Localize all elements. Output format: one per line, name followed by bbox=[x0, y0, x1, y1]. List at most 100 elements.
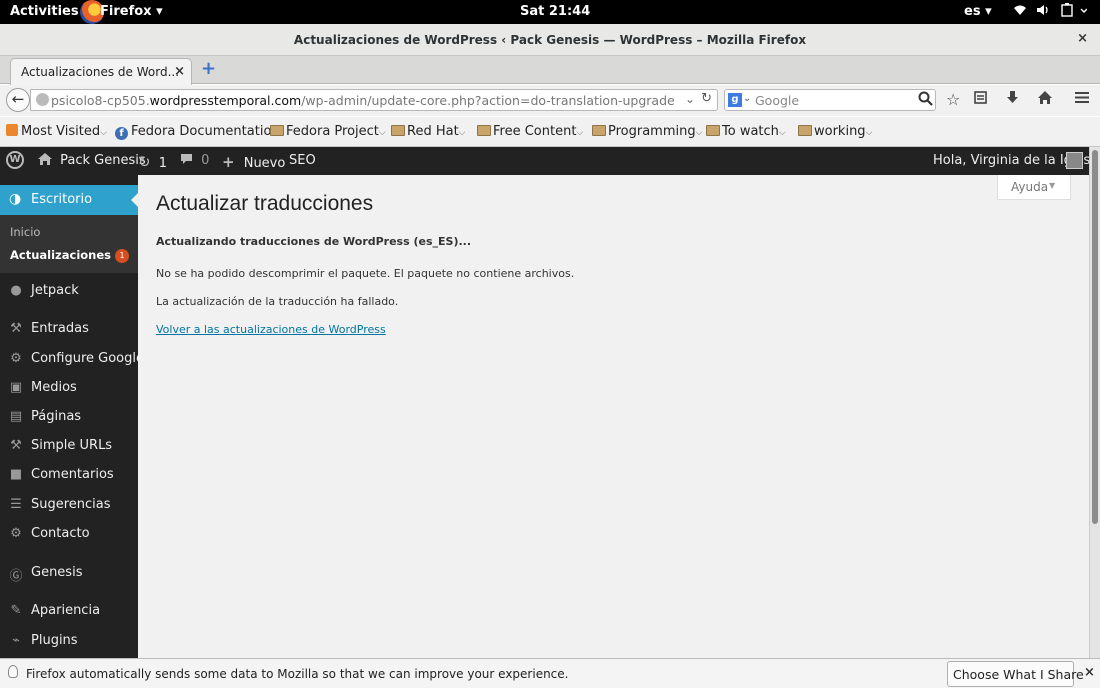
tab-strip: Actualizaciones de Word... × + bbox=[0, 56, 1100, 85]
updates-count-badge: 1 bbox=[115, 249, 129, 263]
gear-icon: ⚙ bbox=[10, 526, 22, 541]
sidebar-item-paginas[interactable]: ▤ Páginas bbox=[0, 405, 138, 431]
bookmark-most-visited[interactable]: Most Visited⌵ bbox=[6, 124, 107, 139]
page-title: Actualizar traducciones bbox=[156, 192, 374, 215]
tab-label: Actualizaciones de Word... bbox=[21, 65, 180, 79]
system-top-bar: Activities Firefox ▾ Sat 21:44 es ▾ bbox=[0, 0, 1100, 24]
bookmarks-toolbar: Most Visited⌵ f Fedora Documentation Fedo… bbox=[0, 117, 1100, 147]
help-label: Ayuda bbox=[1011, 180, 1049, 194]
search-input[interactable]: Google bbox=[755, 93, 799, 108]
sidebar-item-genesis[interactable]: Ⓖ Genesis bbox=[0, 561, 138, 587]
submenu-item-inicio[interactable]: Inicio bbox=[10, 225, 40, 239]
battery-icon[interactable] bbox=[1061, 3, 1088, 21]
pages-icon: ▤ bbox=[9, 409, 23, 424]
scrollbar-thumb[interactable] bbox=[1092, 150, 1098, 524]
url-bar[interactable]: psicolo8-cp505.wordpresstemporal.com/wp-… bbox=[30, 89, 718, 111]
menu-icon[interactable] bbox=[1074, 90, 1090, 109]
tab-close-icon[interactable]: × bbox=[174, 64, 185, 79]
choose-what-i-share-button[interactable]: Choose What I Share bbox=[947, 661, 1084, 687]
clock[interactable]: Sat 21:44 bbox=[520, 4, 590, 19]
sidebar-item-label: Escritorio bbox=[31, 192, 93, 207]
window-close-button[interactable]: × bbox=[1077, 31, 1088, 46]
notification-text: Firefox automatically sends some data to… bbox=[26, 667, 569, 681]
tab-active[interactable]: Actualizaciones de Word... × bbox=[10, 58, 192, 85]
navigation-toolbar: ← psicolo8-cp505.wordpresstemporal.com/w… bbox=[0, 85, 1100, 116]
plug-icon: ⌁ bbox=[12, 633, 20, 648]
refresh-icon: ↻ bbox=[138, 153, 151, 171]
brush-icon: ✎ bbox=[10, 603, 22, 618]
error-message: No se ha podido descomprimir el paquete.… bbox=[156, 267, 575, 280]
url-history-dropdown-icon[interactable]: ⌄ bbox=[685, 92, 695, 106]
downloads-icon[interactable] bbox=[1005, 90, 1020, 109]
folder-icon bbox=[270, 125, 284, 136]
sidebar-item-entradas[interactable]: ⚒ Entradas bbox=[0, 317, 138, 343]
bookmarks-menu-icon[interactable] bbox=[973, 90, 988, 109]
sidebar-item-plugins[interactable]: ⌁ Plugins bbox=[0, 629, 138, 655]
bookmark-folder-to-watch[interactable]: To watch⌵ bbox=[706, 124, 786, 139]
help-tab-button[interactable]: Ayuda ▼ bbox=[997, 175, 1071, 200]
dashboard-icon: ◑ bbox=[9, 191, 22, 207]
home-icon bbox=[38, 153, 52, 165]
status-message: Actualizando traducciones de WordPress (… bbox=[156, 235, 472, 248]
folder-icon bbox=[798, 125, 812, 136]
notification-bar: Firefox automatically sends some data to… bbox=[0, 658, 1100, 688]
back-button[interactable]: ← bbox=[6, 88, 30, 112]
lightbulb-icon bbox=[8, 665, 18, 678]
comment-icon: ■ bbox=[9, 467, 23, 482]
notification-close-button[interactable]: × bbox=[1084, 665, 1095, 680]
new-tab-button[interactable]: + bbox=[201, 58, 216, 79]
search-engine-icon[interactable]: g bbox=[728, 93, 742, 107]
bookmark-folder-fedora-project[interactable]: Fedora Project⌵ bbox=[270, 124, 386, 139]
sidebar-item-medios[interactable]: ▣ Medios bbox=[0, 376, 138, 402]
list-icon: ☰ bbox=[10, 497, 22, 512]
site-name-link[interactable]: Pack Genesis bbox=[38, 153, 146, 168]
site-identity-icon[interactable] bbox=[36, 93, 49, 106]
comment-icon bbox=[181, 154, 192, 164]
updates-link[interactable]: ↻ 1 bbox=[138, 153, 167, 171]
activities-button[interactable]: Activities bbox=[10, 4, 79, 19]
media-icon: ▣ bbox=[9, 380, 23, 395]
sidebar-item-jetpack[interactable]: ● Jetpack bbox=[0, 279, 138, 305]
seo-link[interactable]: SEO bbox=[289, 153, 316, 168]
bookmark-folder-free-content[interactable]: Free Content⌵ bbox=[477, 124, 583, 139]
sidebar-item-escritorio[interactable]: ◑ Escritorio bbox=[0, 185, 138, 215]
submenu-item-actualizaciones[interactable]: Actualizaciones 1 bbox=[10, 248, 129, 263]
sidebar-item-simple-urls[interactable]: ⚒ Simple URLs bbox=[0, 434, 138, 460]
window-title-bar: Actualizaciones de WordPress ‹ Pack Gene… bbox=[0, 24, 1100, 56]
wifi-icon[interactable] bbox=[1013, 3, 1027, 21]
bookmark-folder-working[interactable]: working⌵ bbox=[798, 124, 872, 139]
genesis-icon: Ⓖ bbox=[9, 569, 23, 584]
wp-admin-sidebar: ◑ Escritorio Inicio Actualizaciones 1 ● Je… bbox=[0, 175, 144, 658]
wordpress-logo-icon[interactable]: W bbox=[6, 151, 24, 169]
folder-icon bbox=[391, 125, 405, 136]
comments-link[interactable]: 0 bbox=[180, 153, 209, 168]
sidebar-item-sugerencias[interactable]: ☰ Sugerencias bbox=[0, 493, 138, 519]
sidebar-submenu bbox=[0, 215, 138, 273]
avatar[interactable] bbox=[1066, 152, 1083, 169]
jetpack-icon: ● bbox=[10, 283, 22, 298]
search-icon[interactable] bbox=[918, 91, 933, 110]
bookmark-star-icon[interactable]: ☆ bbox=[946, 90, 960, 109]
reload-icon[interactable]: ↻ bbox=[701, 91, 712, 106]
bookmark-fedora-documentation[interactable]: f Fedora Documentation bbox=[115, 124, 280, 140]
folder-icon bbox=[706, 125, 720, 136]
home-icon[interactable] bbox=[1037, 90, 1053, 109]
back-to-updates-link[interactable]: Volver a las actualizaciones de WordPres… bbox=[156, 323, 386, 336]
bookmark-folder-red-hat[interactable]: Red Hat⌵ bbox=[391, 124, 466, 139]
sidebar-item-comentarios[interactable]: ■ Comentarios bbox=[0, 463, 138, 489]
sidebar-item-apariencia[interactable]: ✎ Apariencia bbox=[0, 599, 138, 625]
bookmark-folder-programming[interactable]: Programming⌵ bbox=[592, 124, 702, 139]
pin-icon: ⚒ bbox=[10, 438, 22, 453]
volume-icon[interactable] bbox=[1036, 3, 1051, 21]
folder-icon bbox=[477, 125, 491, 136]
app-menu-label: Firefox ▾ bbox=[100, 4, 163, 19]
app-menu-button[interactable]: Firefox ▾ bbox=[80, 0, 163, 24]
chevron-down-icon[interactable]: ⌄ bbox=[743, 93, 751, 104]
vertical-scrollbar[interactable] bbox=[1089, 147, 1100, 658]
search-bar[interactable]: g ⌄ Google bbox=[724, 89, 936, 111]
sidebar-item-contacto[interactable]: ⚙ Contacto bbox=[0, 522, 138, 548]
wp-admin-bar: W Pack Genesis ↻ 1 0 + Nuevo SEO Hola, V… bbox=[0, 147, 1100, 175]
new-content-link[interactable]: + Nuevo bbox=[222, 153, 285, 171]
sidebar-item-configure-google[interactable]: ⚙ Configure Google bbox=[0, 347, 144, 373]
input-language-button[interactable]: es ▾ bbox=[964, 4, 992, 19]
